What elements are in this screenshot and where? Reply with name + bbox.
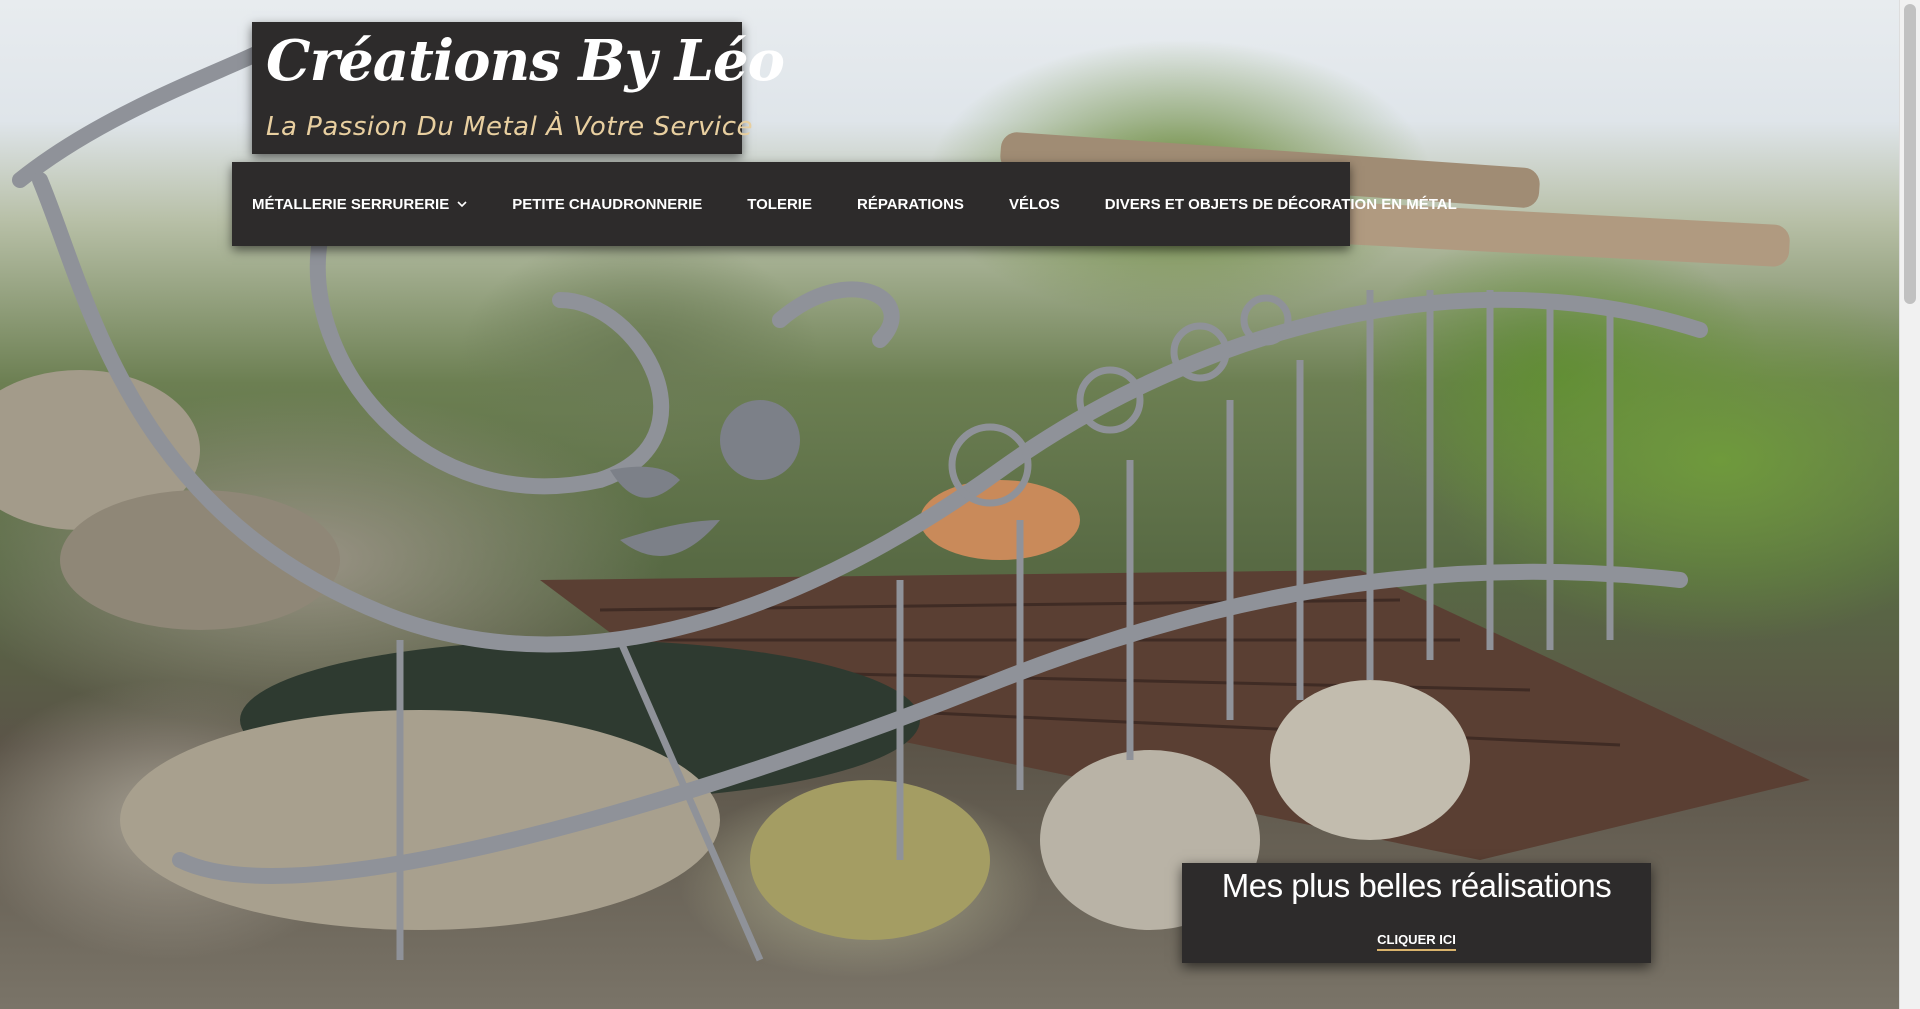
nav-item-label: RÉPARATIONS	[856, 195, 964, 213]
site-branding: Créations By Léo La Passion Du Metal À V…	[252, 22, 785, 154]
featured-works-box: Mes plus belles réalisations CLIQUER ICI	[1182, 863, 1651, 963]
click-here-link[interactable]: CLIQUER ICI	[1377, 932, 1456, 951]
nav-item-label: DIVERS ET OBJETS DE DÉCORATION EN MÉTAL	[1104, 195, 1457, 213]
scrollbar-thumb[interactable]	[1904, 4, 1916, 304]
nav-item-label: PETITE CHAUDRONNERIE	[512, 195, 703, 213]
featured-works-title: Mes plus belles réalisations	[1221, 867, 1612, 904]
nav-item-reparations[interactable]: RÉPARATIONS	[857, 196, 964, 213]
nav-item-metallerie-serrurerie[interactable]: MÉTALLERIE SERRURERIE	[252, 196, 467, 213]
nav-item-velos[interactable]: VÉLOS	[1009, 196, 1060, 213]
main-navigation: MÉTALLERIE SERRURERIE PETITE CHAUDRONNER…	[232, 162, 1457, 246]
nav-item-tolerie[interactable]: TOLERIE	[747, 196, 812, 213]
nav-item-label: VÉLOS	[1008, 195, 1060, 213]
nav-item-label: MÉTALLERIE SERRURERIE	[252, 195, 450, 213]
nav-item-divers-objets-decoration[interactable]: DIVERS ET OBJETS DE DÉCORATION EN MÉTAL	[1105, 196, 1457, 213]
site-tagline: La Passion Du Metal À Votre Service	[266, 112, 754, 142]
nav-item-petite-chaudronnerie[interactable]: PETITE CHAUDRONNERIE	[512, 196, 702, 213]
nav-item-label: TOLERIE	[747, 195, 812, 213]
chevron-down-icon	[457, 201, 467, 208]
site-title[interactable]: Créations By Léo	[266, 28, 785, 94]
page-scrollbar[interactable]	[1899, 0, 1920, 1009]
